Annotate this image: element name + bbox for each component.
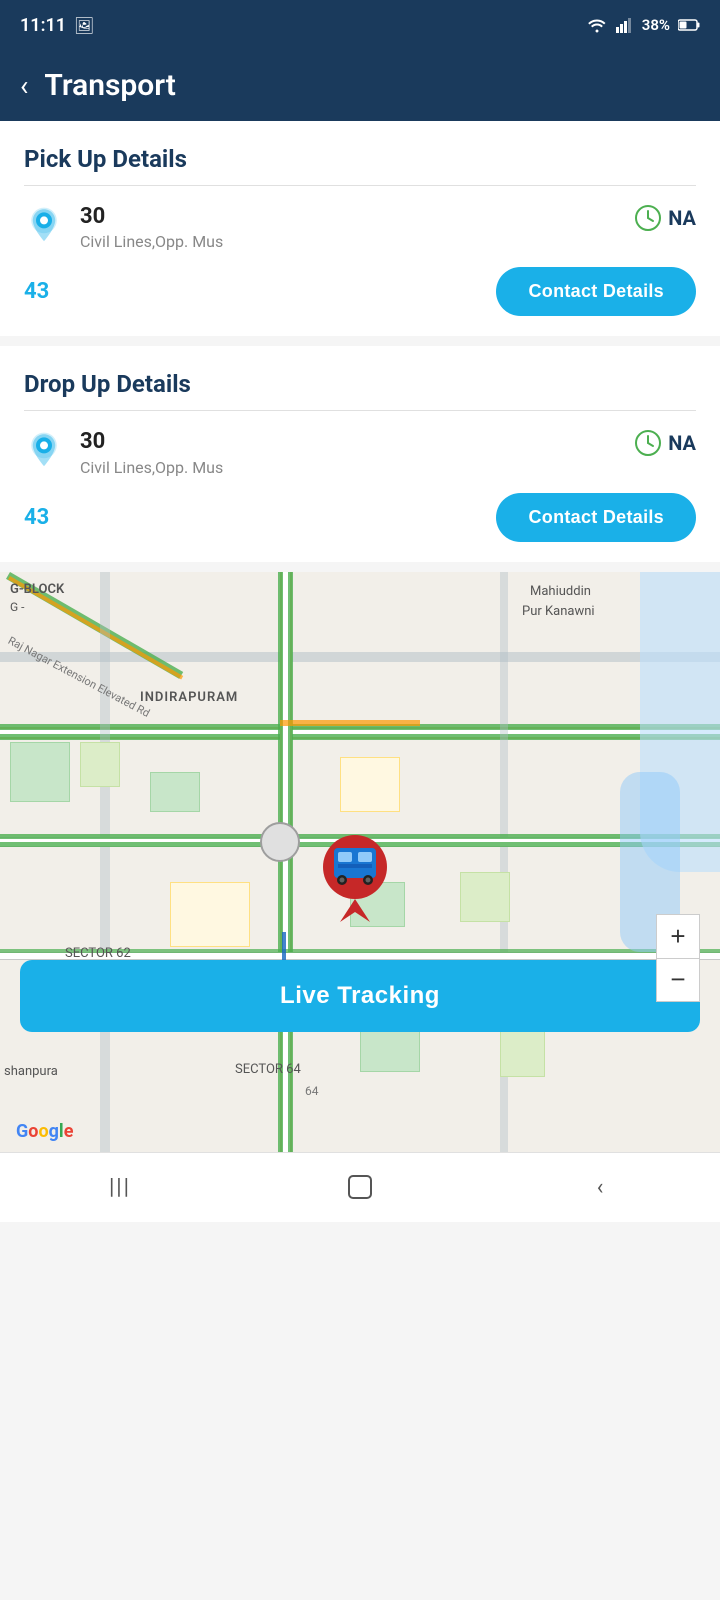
status-bar: 11:11 🖼 38% — [0, 0, 720, 50]
map-label-indirapuram: INDIRAPURAM — [140, 690, 238, 705]
pickup-section-title: Pick Up Details — [24, 145, 696, 173]
back-button[interactable]: ‹ — [20, 69, 28, 102]
pickup-location-left: 30 Civil Lines,Opp. Mus — [24, 204, 223, 251]
orange-road-h — [280, 720, 420, 726]
dropup-section-title: Drop Up Details — [24, 370, 696, 398]
roundabout — [260, 822, 300, 862]
building-2 — [170, 882, 250, 947]
pickup-location-row: 30 Civil Lines,Opp. Mus NA — [24, 204, 696, 251]
green-block-5 — [460, 872, 510, 922]
live-tracking-button[interactable]: Live Tracking — [20, 960, 700, 1032]
dropup-bus-number: 43 — [24, 505, 49, 530]
map-label-gblock: G-BLOCK — [10, 582, 64, 597]
status-time: 11:11 — [20, 15, 66, 36]
dropup-time-badge: NA — [634, 429, 696, 457]
pickup-bus-row: 43 Contact Details — [24, 267, 696, 316]
bottom-nav: ||| ‹ — [0, 1152, 720, 1222]
dropup-location-left: 30 Civil Lines,Opp. Mus — [24, 429, 223, 476]
bus-pin-svg — [320, 832, 390, 922]
zoom-out-button[interactable]: − — [656, 958, 700, 1002]
photo-icon: 🖼 — [74, 16, 94, 35]
dropup-time: NA — [668, 431, 696, 455]
page-title: Transport — [44, 68, 175, 103]
pickup-divider — [24, 185, 696, 186]
dropup-address: Civil Lines,Opp. Mus — [80, 458, 223, 477]
battery-percentage: 38% — [642, 16, 670, 34]
map-label-sector62: SECTOR 62 — [65, 946, 131, 961]
pickup-stop-number: 30 — [80, 204, 223, 230]
dropup-contact-button[interactable]: Contact Details — [496, 493, 696, 542]
pickup-bus-number: 43 — [24, 279, 49, 304]
pickup-section: Pick Up Details 30 Civil Lines,Opp. Mus … — [0, 121, 720, 336]
dropup-divider — [24, 410, 696, 411]
bus-marker — [320, 832, 390, 926]
map-label-sector64: SECTOR 64 — [235, 1062, 301, 1077]
pickup-time: NA — [668, 206, 696, 230]
road-v1 — [100, 572, 110, 1152]
pickup-location-info: 30 Civil Lines,Opp. Mus — [80, 204, 223, 251]
pickup-time-badge: NA — [634, 204, 696, 232]
map-label-mahiuddin: Mahiuddin — [530, 584, 591, 599]
green-block-1 — [10, 742, 70, 802]
signal-icon — [616, 17, 634, 33]
home-icon — [345, 1172, 375, 1202]
green-block-2 — [80, 742, 120, 787]
map-label-g: G - — [10, 600, 24, 614]
map-background: G-BLOCK G - INDIRAPURAM Mahiuddin Pur Ka… — [0, 572, 720, 1152]
pickup-pin-icon — [24, 206, 64, 246]
google-logo: Google — [16, 1121, 73, 1142]
nav-back[interactable]: ‹ — [582, 1169, 618, 1205]
header: ‹ Transport — [0, 50, 720, 121]
map-label-pur: Pur Kanawni — [522, 604, 595, 619]
map-container[interactable]: G-BLOCK G - INDIRAPURAM Mahiuddin Pur Ka… — [0, 572, 720, 1152]
dropup-bus-row: 43 Contact Details — [24, 493, 696, 542]
bus-marker-wrap — [320, 832, 390, 926]
battery-icon — [678, 19, 700, 31]
pickup-address: Civil Lines,Opp. Mus — [80, 232, 223, 251]
dropup-pin-icon — [24, 431, 64, 471]
dropup-location-info: 30 Civil Lines,Opp. Mus — [80, 429, 223, 476]
status-icons: 38% — [586, 16, 700, 34]
green-block-3 — [150, 772, 200, 812]
building-1 — [340, 757, 400, 812]
nav-recent-apps[interactable]: ||| — [102, 1169, 138, 1205]
dropup-section: Drop Up Details 30 Civil Lines,Opp. Mus … — [0, 346, 720, 561]
pickup-contact-button[interactable]: Contact Details — [496, 267, 696, 316]
zoom-controls: + − — [656, 914, 700, 1002]
dropup-clock-icon — [634, 429, 662, 457]
dropup-location-row: 30 Civil Lines,Opp. Mus NA — [24, 429, 696, 476]
zoom-in-button[interactable]: + — [656, 914, 700, 958]
wifi-icon — [586, 17, 608, 33]
nav-home[interactable] — [342, 1169, 378, 1205]
pickup-clock-icon — [634, 204, 662, 232]
map-label-64: 64 — [305, 1084, 319, 1098]
map-label-shanpura: shanpura — [4, 1064, 58, 1079]
dropup-stop-number: 30 — [80, 429, 223, 455]
